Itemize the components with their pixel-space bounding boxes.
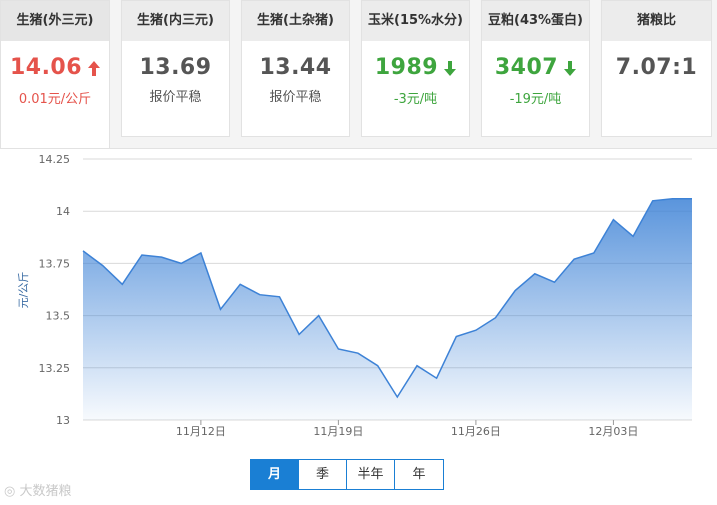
data-point[interactable] — [551, 279, 557, 285]
data-point[interactable] — [650, 198, 656, 204]
data-point[interactable] — [355, 350, 361, 356]
x-tick-label: 11月19日 — [313, 425, 363, 438]
range-halfyear-button[interactable]: 半年 — [347, 460, 395, 489]
x-ticks: 11月12日 11月19日 11月26日 12月03日 — [176, 420, 638, 438]
data-point[interactable] — [610, 217, 616, 223]
y-axis-label: 元/公斤 — [17, 272, 30, 309]
data-point[interactable] — [394, 394, 400, 400]
range-month-button[interactable]: 月 — [251, 460, 299, 489]
data-point[interactable] — [493, 315, 499, 321]
data-point[interactable] — [591, 250, 597, 256]
data-point[interactable] — [178, 260, 184, 266]
data-point[interactable] — [159, 254, 165, 260]
range-quarter-button[interactable]: 季 — [299, 460, 347, 489]
data-point[interactable] — [335, 346, 341, 352]
y-tick-label: 14 — [56, 205, 70, 218]
data-point[interactable] — [532, 271, 538, 277]
y-tick-label: 14.25 — [39, 153, 71, 166]
data-point[interactable] — [453, 333, 459, 339]
y-tick-label: 13 — [56, 414, 70, 427]
data-point[interactable] — [100, 262, 106, 268]
y-tick-label: 13.5 — [46, 310, 71, 323]
x-tick-label: 11月26日 — [451, 425, 501, 438]
data-point[interactable] — [198, 250, 204, 256]
data-point[interactable] — [375, 363, 381, 369]
x-tick-label: 11月12日 — [176, 425, 226, 438]
range-year-button[interactable]: 年 — [395, 460, 443, 489]
data-point[interactable] — [630, 233, 636, 239]
data-point[interactable] — [119, 281, 125, 287]
data-point[interactable] — [80, 248, 86, 254]
data-point[interactable] — [434, 375, 440, 381]
y-ticks: 14.25 14 13.75 13.5 13.25 13 — [39, 153, 71, 427]
x-tick-label: 12月03日 — [588, 425, 638, 438]
data-point[interactable] — [296, 331, 302, 337]
data-point[interactable] — [237, 281, 243, 287]
data-point[interactable] — [571, 256, 577, 262]
data-point[interactable] — [689, 196, 695, 202]
data-point[interactable] — [316, 313, 322, 319]
watermark: ◎ 大数猪粮 — [4, 484, 72, 499]
data-point[interactable] — [276, 294, 282, 300]
watermark-logo-icon: ◎ — [4, 484, 20, 499]
series-area — [83, 198, 692, 420]
y-tick-label: 13.75 — [39, 257, 71, 270]
price-chart: 14.25 14 13.75 13.5 13.25 13 11月12日 11月19日 11月2… — [17, 153, 695, 438]
data-point[interactable] — [218, 306, 224, 312]
range-selector: 月 季 半年 年 — [250, 459, 444, 490]
data-point[interactable] — [414, 363, 420, 369]
data-point[interactable] — [139, 252, 145, 258]
data-point[interactable] — [257, 292, 263, 298]
data-point[interactable] — [512, 288, 518, 294]
data-point[interactable] — [473, 327, 479, 333]
y-tick-label: 13.25 — [39, 362, 71, 375]
data-point[interactable] — [669, 196, 675, 202]
